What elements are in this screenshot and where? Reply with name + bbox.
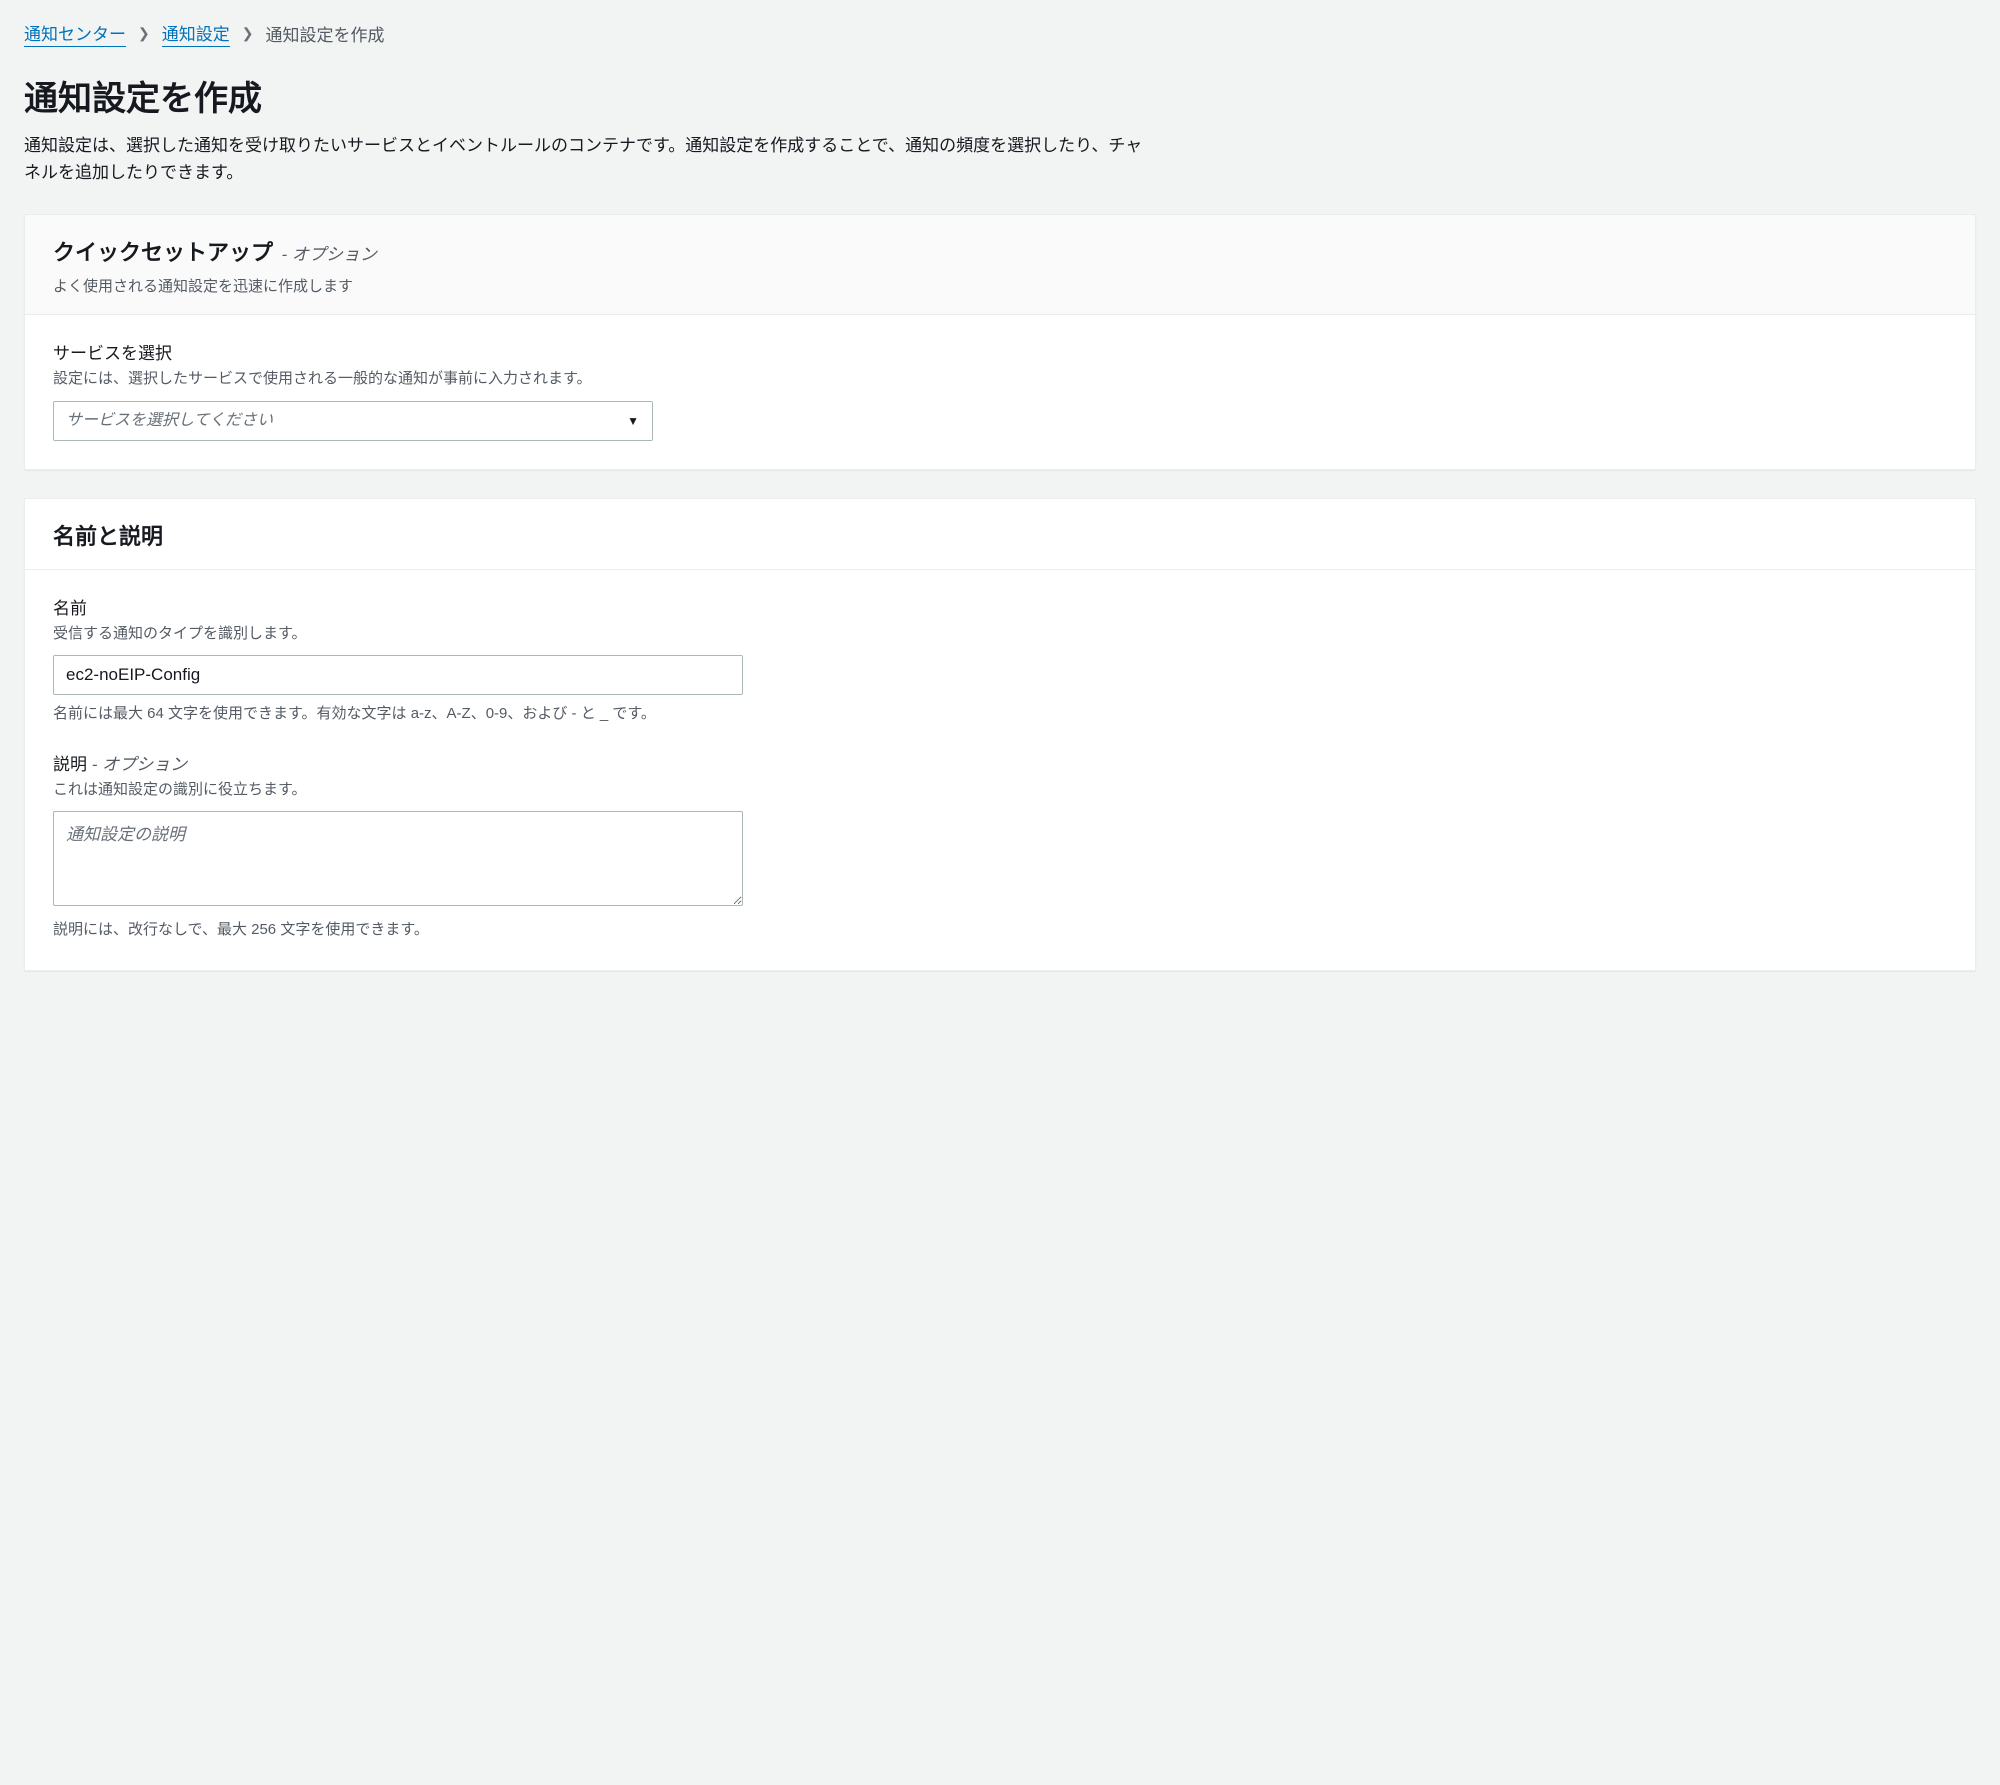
breadcrumb-link-notification-center[interactable]: 通知センター — [24, 20, 126, 47]
name-description-title: 名前と説明 — [53, 524, 163, 549]
quick-setup-help: よく使用される通知設定を迅速に作成します — [53, 275, 1947, 296]
service-select[interactable]: サービスを選択してください — [53, 401, 653, 441]
service-select-field: サービスを選択 設定には、選択したサービスで使用される一般的な通知が事前に入力さ… — [53, 339, 1947, 441]
page-description: 通知設定は、選択した通知を受け取りたいサービスとイベントルールのコンテナです。通… — [24, 132, 1144, 186]
description-textarea[interactable] — [53, 811, 743, 906]
quick-setup-header: クイックセットアップ - オプション よく使用される通知設定を迅速に作成します — [25, 215, 1975, 315]
description-label: 説明 - オプション — [53, 750, 1947, 775]
quick-setup-title: クイックセットアップ — [53, 240, 273, 265]
name-description-text: 受信する通知のタイプを識別します。 — [53, 623, 1947, 646]
description-constraint: 説明には、改行なしで、最大 256 文字を使用できます。 — [53, 919, 1947, 942]
name-description-header: 名前と説明 — [25, 499, 1975, 570]
page-title: 通知設定を作成 — [24, 71, 1976, 120]
description-help-text: これは通知設定の識別に役立ちます。 — [53, 779, 1947, 802]
description-field: 説明 - オプション これは通知設定の識別に役立ちます。 説明には、改行なしで、… — [53, 750, 1947, 942]
name-label: 名前 — [53, 594, 1947, 619]
breadcrumb-link-notification-settings[interactable]: 通知設定 — [162, 20, 230, 47]
service-select-description: 設定には、選択したサービスで使用される一般的な通知が事前に入力されます。 — [53, 368, 1947, 391]
name-constraint: 名前には最大 64 文字を使用できます。有効な文字は a-z、A-Z、0-9、お… — [53, 703, 1947, 726]
quick-setup-panel: クイックセットアップ - オプション よく使用される通知設定を迅速に作成します … — [24, 214, 1976, 470]
name-field: 名前 受信する通知のタイプを識別します。 名前には最大 64 文字を使用できます… — [53, 594, 1947, 726]
breadcrumb-current: 通知設定を作成 — [265, 21, 384, 46]
name-input[interactable] — [53, 655, 743, 695]
breadcrumb: 通知センター ❯ 通知設定 ❯ 通知設定を作成 — [24, 20, 1976, 47]
name-description-panel: 名前と説明 名前 受信する通知のタイプを識別します。 名前には最大 64 文字を… — [24, 498, 1976, 971]
service-select-label: サービスを選択 — [53, 339, 1947, 364]
chevron-right-icon: ❯ — [138, 25, 150, 42]
quick-setup-subtitle: - オプション — [281, 245, 376, 264]
chevron-right-icon: ❯ — [242, 25, 254, 42]
